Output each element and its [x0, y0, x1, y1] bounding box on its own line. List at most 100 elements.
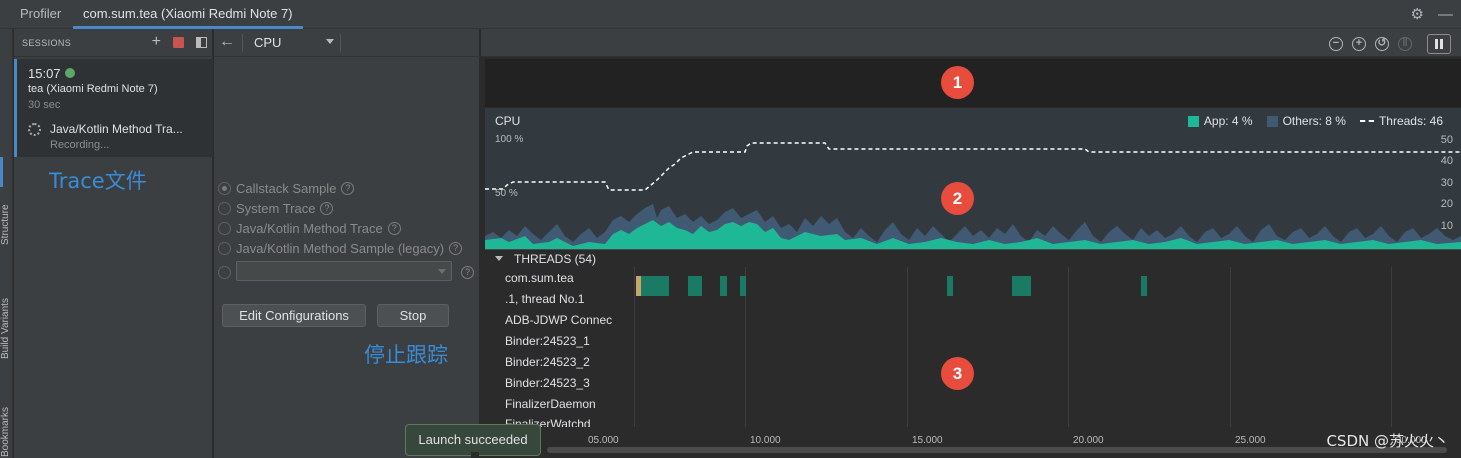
cpu-chart-title: CPU: [495, 114, 521, 128]
option-java-kotlin-method-sample[interactable]: Java/Kotlin Method Sample (legacy) ?: [218, 239, 463, 257]
cpu-label-50: 50 %: [495, 188, 518, 199]
app-swatch: [1187, 115, 1199, 127]
pause-live-button[interactable]: [1427, 34, 1451, 54]
thread-state-running: [1012, 276, 1031, 296]
time-axis[interactable]: 05.000 10.000 15.000 20.000 25.000 30.00…: [485, 427, 1461, 458]
zoom-in-icon[interactable]: +: [1352, 37, 1366, 51]
profiler-select-value: CPU: [254, 35, 282, 50]
timeline-controls: − + ↺ ‖: [1329, 34, 1451, 54]
time-axis-tick: 20.000: [1073, 435, 1104, 446]
back-arrow-icon[interactable]: ←: [219, 33, 235, 51]
session-duration: 30 sec: [28, 99, 61, 111]
stop-recording-button[interactable]: Stop: [377, 304, 449, 327]
add-session-icon[interactable]: +: [152, 34, 161, 50]
time-axis-tick: 15.000: [912, 435, 943, 446]
timeline-scrollbar[interactable]: [547, 447, 1447, 453]
radio-icon[interactable]: [218, 265, 231, 279]
toolbar-divider: [242, 34, 243, 52]
others-swatch: [1266, 115, 1278, 127]
option-label: Java/Kotlin Method Sample (legacy): [236, 240, 445, 256]
time-axis-tick: 05.000: [588, 435, 619, 446]
structure-tool-button[interactable]: Structure: [0, 204, 11, 245]
option-custom-config[interactable]: [218, 263, 231, 281]
session-item[interactable]: 15:07 tea (Xiaomi Redmi Note 7) 30 sec J…: [14, 59, 213, 157]
legend-others-label: Others: 8 %: [1282, 114, 1346, 128]
annotation-badge-1: 1: [941, 66, 974, 99]
loading-spinner-icon: [28, 123, 41, 136]
thread-state-running: [947, 276, 953, 296]
tool-strip-accent: [0, 157, 3, 187]
session-time: 15:07: [28, 66, 61, 81]
gear-icon[interactable]: ⚙: [1411, 6, 1424, 24]
toast-pointer: [471, 452, 479, 458]
threads-swatch: [1359, 120, 1374, 122]
radio-icon[interactable]: [218, 241, 231, 255]
trace-artifact-name[interactable]: Java/Kotlin Method Tra...: [50, 122, 210, 136]
attach-live-icon[interactable]: ‖: [1398, 37, 1412, 51]
thread-axis-tick: 40: [1440, 155, 1453, 167]
thread-state-sleeping: [636, 276, 641, 296]
minimize-icon[interactable]: —: [1438, 6, 1453, 24]
cpu-label-100: 100 %: [495, 134, 524, 145]
edit-configurations-button[interactable]: Edit Configurations: [222, 304, 366, 327]
thread-state-running: [740, 276, 746, 296]
thread-state-track[interactable]: [485, 249, 1461, 427]
radio-icon[interactable]: [218, 221, 231, 235]
thread-axis-tick: 30: [1440, 177, 1453, 189]
help-icon[interactable]: ?: [320, 201, 334, 215]
tab-bar-tools: ⚙ —: [1411, 5, 1453, 25]
time-axis-tick: 10.000: [750, 435, 781, 446]
bookmarks-tool-button[interactable]: Bookmarks: [0, 407, 11, 457]
stop-session-icon[interactable]: [173, 36, 184, 48]
option-label: Java/Kotlin Method Trace: [236, 220, 383, 236]
collapse-panel-icon[interactable]: [196, 36, 207, 48]
live-indicator-icon: [65, 68, 75, 78]
trace-file-annotation: Trace文件: [49, 169, 147, 193]
thread-axis-tick: 20: [1440, 198, 1453, 210]
session-item-accent: [14, 59, 17, 157]
help-icon[interactable]: ?: [341, 181, 355, 195]
thread-state-running: [1141, 276, 1147, 296]
thread-axis-tick: 50: [1440, 134, 1453, 146]
cpu-usage-chart[interactable]: CPU 100 % 50 % App: 4 % Others: 8 % Thre…: [485, 108, 1461, 249]
sessions-tools: +: [152, 34, 207, 50]
profiler-toolbar-right: − + ↺ ‖: [481, 29, 1461, 57]
reset-zoom-icon[interactable]: ↺: [1375, 37, 1389, 51]
option-system-trace[interactable]: System Trace ?: [218, 199, 334, 217]
recording-config-panel: ← CPU Callstack Sample ? System Trace ? …: [214, 29, 480, 458]
radio-icon[interactable]: [218, 181, 231, 195]
time-axis-tick: 25.000: [1235, 435, 1266, 446]
toolbar-divider: [340, 34, 341, 52]
legend-threads: Threads: 46: [1359, 114, 1443, 128]
tab-session[interactable]: com.sum.tea (Xiaomi Redmi Note 7): [73, 0, 303, 29]
option-label: Callstack Sample: [236, 180, 337, 196]
sessions-title: SESSIONS: [22, 38, 72, 48]
zoom-out-icon[interactable]: −: [1329, 37, 1343, 51]
legend-app-label: App: 4 %: [1203, 114, 1253, 128]
custom-config-dropdown[interactable]: [236, 261, 452, 281]
radio-icon[interactable]: [218, 201, 231, 215]
annotation-badge-2: 2: [941, 182, 974, 215]
thread-state-running: [720, 276, 727, 296]
legend-app: App: 4 %: [1187, 114, 1253, 128]
profiler-select[interactable]: CPU: [254, 35, 334, 51]
thread-count-line: [485, 142, 1461, 191]
profiler-main-area: − + ↺ ‖ CPU 100 % 50 % App: 4 % Others: …: [481, 29, 1461, 458]
option-callstack-sample[interactable]: Callstack Sample ?: [218, 179, 355, 197]
thread-state-running: [641, 276, 669, 296]
chevron-down-icon: [326, 39, 334, 44]
trace-artifact-status: Recording...: [50, 139, 110, 151]
legend-threads-label: Threads: 46: [1378, 114, 1443, 128]
build-variants-tool-button[interactable]: Build Variants: [0, 298, 11, 359]
help-icon[interactable]: ?: [461, 265, 474, 279]
option-java-kotlin-method-trace[interactable]: Java/Kotlin Method Trace ?: [218, 219, 401, 237]
tab-profiler[interactable]: Profiler: [10, 0, 71, 28]
thread-axis-tick: 10: [1440, 220, 1453, 232]
chevron-down-icon: [438, 269, 446, 274]
sessions-panel: SESSIONS + 15:07 tea (Xiaomi Redmi Note …: [14, 29, 213, 458]
cpu-usage-graph: [485, 142, 1461, 249]
help-icon[interactable]: ?: [449, 241, 463, 255]
legend-others: Others: 8 %: [1266, 114, 1346, 128]
help-icon[interactable]: ?: [387, 221, 401, 235]
option-label: System Trace: [236, 200, 316, 216]
